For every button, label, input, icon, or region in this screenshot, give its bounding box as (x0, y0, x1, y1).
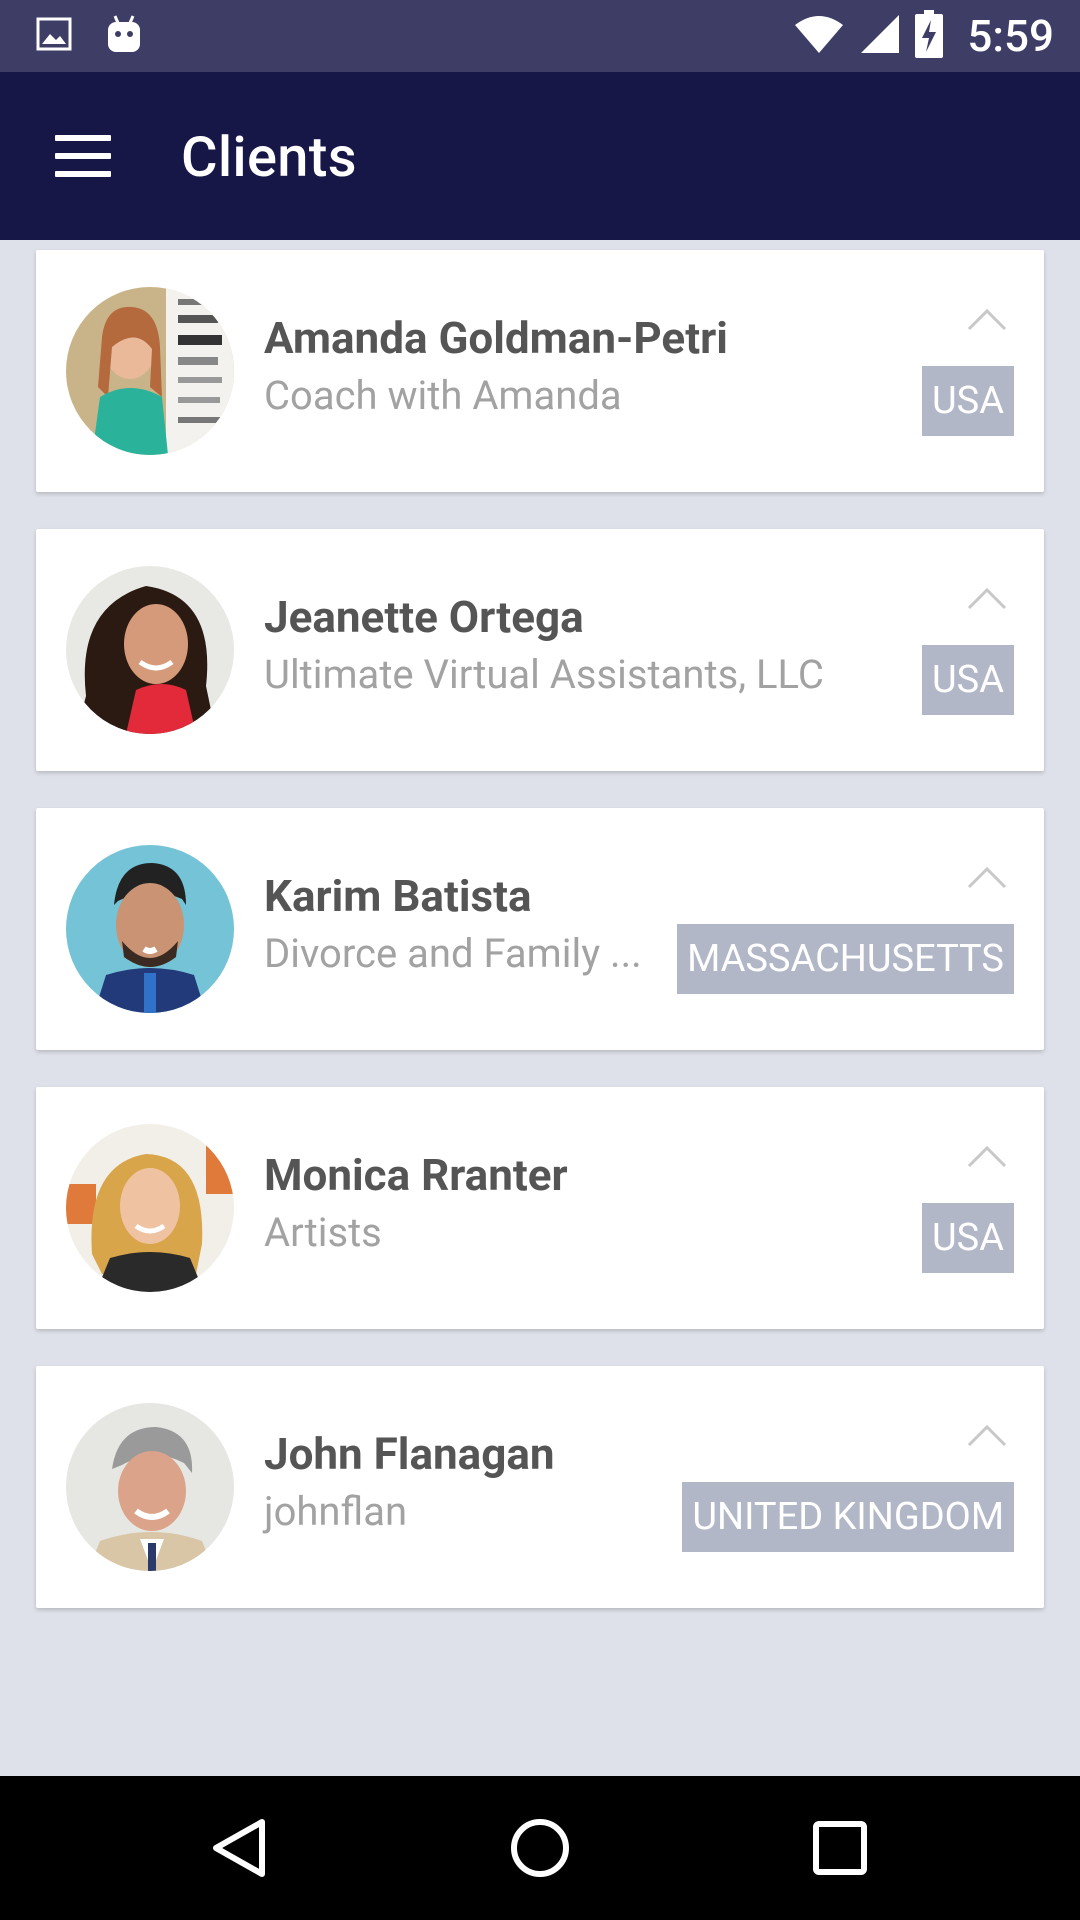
client-company: Divorce and Family ... (264, 930, 642, 977)
avatar (66, 845, 234, 1013)
avatar (66, 287, 234, 455)
cellular-signal-icon (859, 13, 901, 59)
hamburger-menu-icon[interactable] (40, 118, 126, 194)
client-company: johnflan (264, 1488, 408, 1535)
navigation-bar (0, 1776, 1080, 1920)
page-title: Clients (181, 124, 357, 190)
app-bar: Clients (0, 72, 1080, 240)
client-name: Monica Rranter (264, 1149, 568, 1201)
client-company: Artists (264, 1209, 382, 1256)
client-name: Jeanette Ortega (264, 591, 584, 643)
home-icon[interactable] (500, 1808, 580, 1888)
client-name: Amanda Goldman-Petri (264, 312, 728, 364)
client-card[interactable]: Karim Batista Divorce and Family ... MAS… (36, 808, 1044, 1050)
chevron-up-icon[interactable] (966, 306, 1008, 332)
battery-charging-icon (915, 10, 944, 62)
status-time: 5:59 (967, 10, 1054, 62)
location-badge: USA (922, 1203, 1014, 1273)
avatar (66, 1403, 234, 1571)
chevron-up-icon[interactable] (966, 864, 1008, 890)
chevron-up-icon[interactable] (966, 1422, 1008, 1448)
client-name: John Flanagan (264, 1428, 555, 1480)
image-icon (36, 17, 72, 55)
wifi-icon (793, 13, 845, 59)
client-company: Coach with Amanda (264, 372, 622, 419)
chevron-up-icon[interactable] (966, 585, 1008, 611)
android-icon (106, 14, 142, 58)
avatar (66, 1124, 234, 1292)
avatar (66, 566, 234, 734)
location-badge: MASSACHUSETTS (677, 924, 1014, 994)
location-badge: USA (922, 645, 1014, 715)
client-card[interactable]: Jeanette Ortega Ultimate Virtual Assista… (36, 529, 1044, 771)
location-badge: UNITED KINGDOM (682, 1482, 1014, 1552)
client-card[interactable]: Amanda Goldman-Petri Coach with Amanda U… (36, 250, 1044, 492)
location-badge: USA (922, 366, 1014, 436)
back-icon[interactable] (200, 1808, 280, 1888)
client-company: Ultimate Virtual Assistants, LLC (264, 651, 824, 698)
status-bar: 5:59 (0, 0, 1080, 72)
client-card[interactable]: John Flanagan johnflan UNITED KINGDOM (36, 1366, 1044, 1608)
client-card[interactable]: Monica Rranter Artists USA (36, 1087, 1044, 1329)
recents-icon[interactable] (800, 1808, 880, 1888)
chevron-up-icon[interactable] (966, 1143, 1008, 1169)
client-name: Karim Batista (264, 870, 532, 922)
